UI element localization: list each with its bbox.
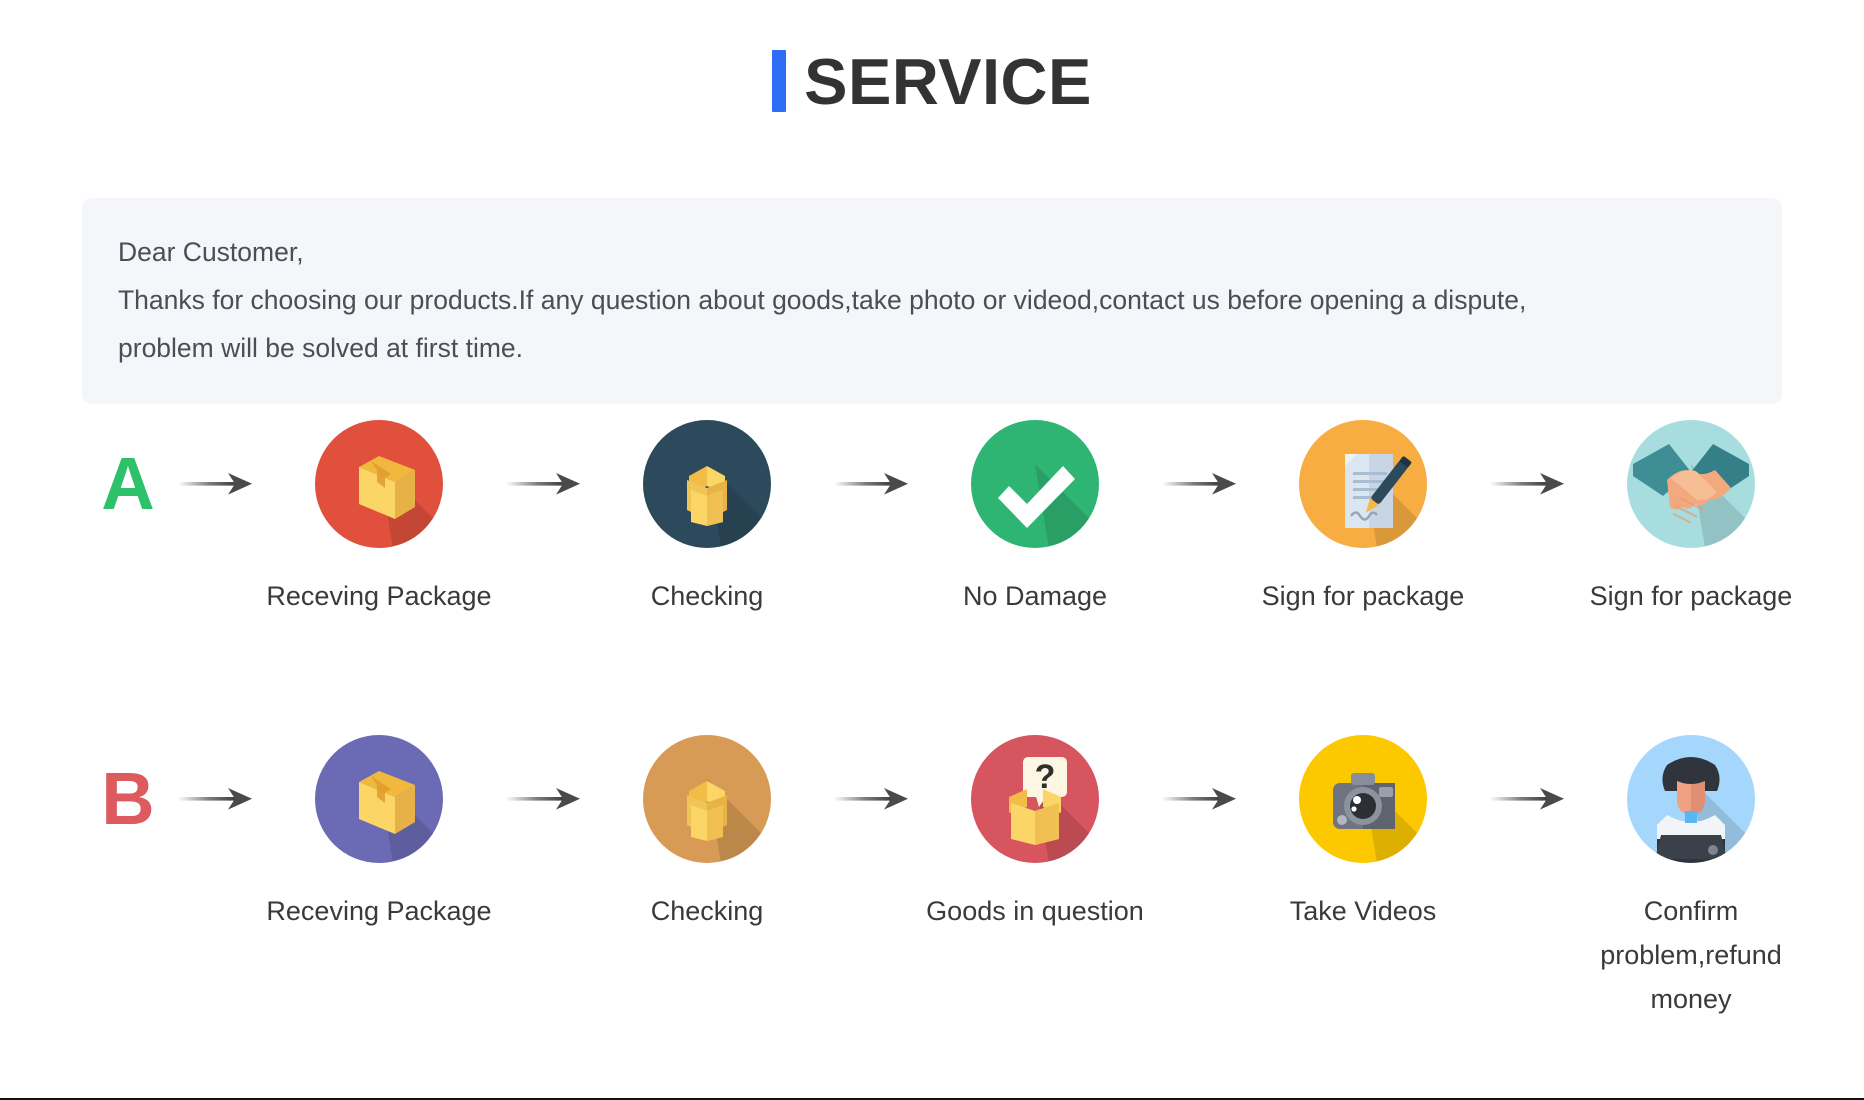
handshake-icon[interactable] [1627,420,1755,548]
flow-step[interactable]: Sign for package [1238,420,1488,618]
page-title: SERVICE [0,0,1864,120]
flow-arrow [832,735,910,863]
arrow-right-icon [506,788,580,810]
document-pen-icon[interactable] [1299,420,1427,548]
camera-icon[interactable] [1299,735,1427,863]
open-box-icon[interactable] [643,420,771,548]
flow-step[interactable]: Checking [582,420,832,618]
flow-step[interactable]: Receving Package [254,420,504,618]
flow-step[interactable]: Sign for package [1566,420,1816,618]
flow-step[interactable]: Take Videos [1238,735,1488,933]
flow-step-label: Receving Package [266,581,492,611]
flow-step[interactable]: Checking [582,735,832,933]
flow-arrow [1488,735,1566,863]
title-accent-bar [772,50,787,112]
arrow-right-icon [1162,473,1236,495]
flow-letter-a: A [101,442,155,525]
flow-step-label: Checking [650,581,764,611]
page-title-text: SERVICE [804,44,1092,118]
support-person-icon[interactable] [1627,735,1755,863]
notice-line-3: problem will be solved at first time. [118,333,524,363]
notice-line-2: Thanks for choosing our products.If any … [118,285,1527,315]
arrow-right-icon [178,788,252,810]
arrow-right-icon [1490,473,1564,495]
arrow-right-icon [506,473,580,495]
flow-arrow [504,420,582,548]
notice-box: Dear Customer, Thanks for choosing our p… [82,198,1782,404]
arrow-right-icon [1490,788,1564,810]
flow-arrow [1160,420,1238,548]
flow-arrow [176,735,254,863]
package-box-icon[interactable] [315,420,443,548]
flow-arrow [1160,735,1238,863]
flow-arrow [832,420,910,548]
notice-line-1: Dear Customer, [118,237,304,267]
flow-row-b: B Receving Package Checking? Goods in quest… [80,735,1790,1021]
flow-arrow [1488,420,1566,548]
arrow-right-icon [834,473,908,495]
arrow-right-icon [834,788,908,810]
service-page: SERVICE Dear Customer, Thanks for choosi… [0,0,1864,1100]
flow-step-label: Take Videos [1289,896,1437,926]
flow-step-label: Sign for package [1589,581,1793,611]
flow-step[interactable]: Receving Package [254,735,504,933]
flow-arrow [176,420,254,548]
flow-step[interactable]: No Damage [910,420,1160,618]
checkmark-icon[interactable] [971,420,1099,548]
flow-step-label: Sign for package [1261,581,1465,611]
arrow-right-icon [1162,788,1236,810]
flow-step-label: No Damage [962,581,1108,611]
arrow-right-icon [178,473,252,495]
open-box-icon[interactable] [643,735,771,863]
flow-step-label: Goods in question [926,896,1144,926]
flow-step-label: Receving Package [266,896,492,926]
flow-step[interactable]: ? Goods in question [910,735,1160,933]
flow-step[interactable]: Confirm problem,refund money [1566,735,1816,1021]
flow-step-label: Checking [650,896,764,926]
flow-step-label: Confirm problem,refund money [1600,896,1782,1014]
package-box-icon[interactable] [315,735,443,863]
flow-row-a: A Receving Package Checking No Damage Sign f… [80,420,1792,618]
question-box-icon[interactable]: ? [971,735,1099,863]
flow-arrow [504,735,582,863]
flow-letter-b: B [101,757,155,840]
